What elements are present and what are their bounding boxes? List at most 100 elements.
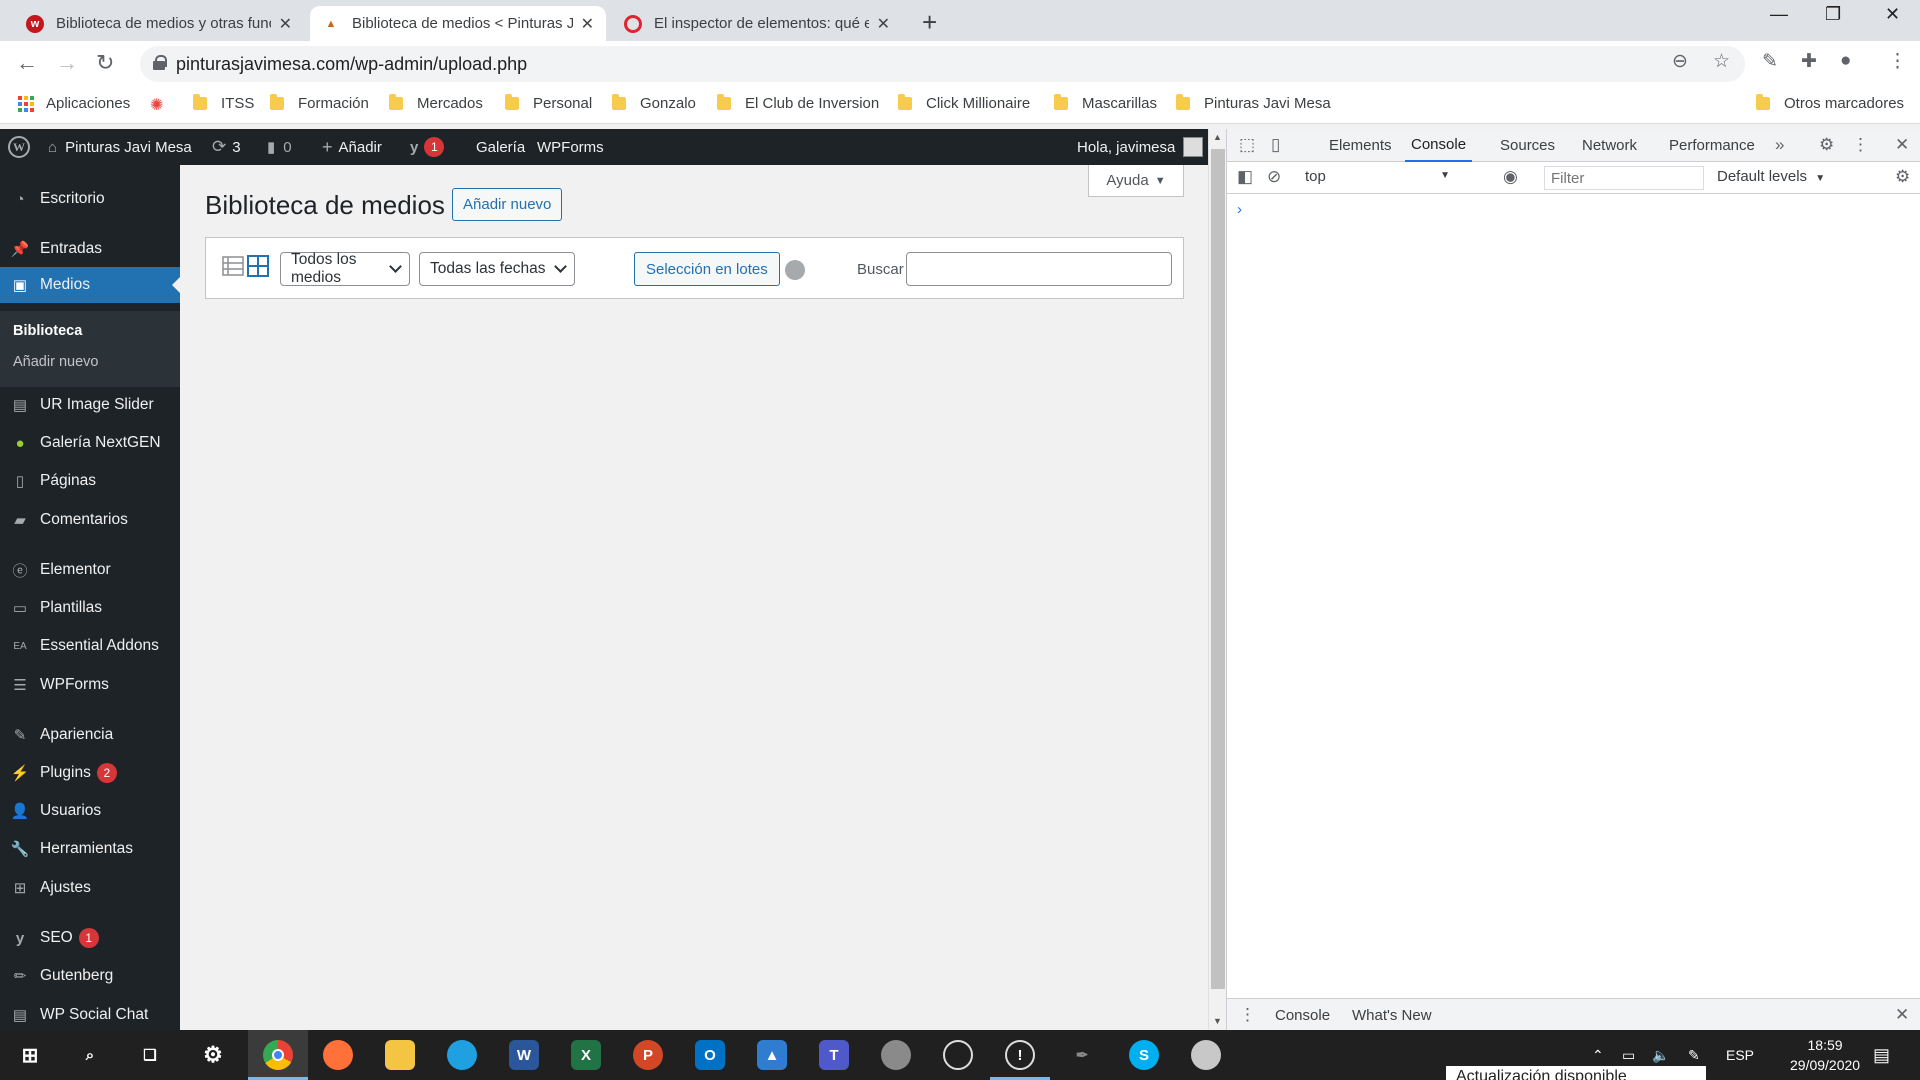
file-explorer-icon[interactable] — [385, 1040, 415, 1070]
windows-start-icon[interactable]: ⊞ — [15, 1040, 45, 1070]
menu-item-plugins[interactable]: ⚡ Plugins 2 — [0, 755, 180, 791]
task-view-icon[interactable]: ❑ — [135, 1040, 165, 1070]
wpforms-menu[interactable]: WPForms — [537, 129, 604, 165]
photos-icon[interactable]: ▲ — [757, 1040, 787, 1070]
context-selector[interactable]: top ▼ — [1305, 168, 1450, 185]
close-drawer-icon[interactable]: ✕ — [1895, 1005, 1909, 1025]
teams-icon[interactable]: T — [819, 1040, 849, 1070]
page-scrollbar[interactable]: ▲ ▼ — [1208, 129, 1226, 1030]
menu-item-apariencia[interactable]: ✎ Apariencia — [0, 717, 180, 753]
gear-icon[interactable]: ⚙ — [1819, 135, 1834, 155]
excel-icon[interactable]: X — [571, 1040, 601, 1070]
yoast-menu[interactable]: y 1 — [410, 129, 445, 165]
minimize-icon[interactable]: — — [1770, 4, 1788, 25]
drawer-tab-whats-new[interactable]: What's New — [1352, 1007, 1432, 1024]
site-name-menu[interactable]: ⌂ Pinturas Javi Mesa — [48, 129, 192, 165]
list-view-icon[interactable] — [222, 255, 244, 277]
menu-item-herramientas[interactable]: 🔧 Herramientas — [0, 831, 180, 867]
extensions-icon[interactable]: ✚ — [1801, 50, 1817, 73]
close-tab-icon[interactable]: ✕ — [581, 14, 594, 34]
media-type-filter[interactable]: Todos los medios — [280, 251, 410, 286]
menu-item-paginas[interactable]: ▯ Páginas — [0, 463, 180, 499]
add-new-button[interactable]: Añadir nuevo — [452, 188, 563, 221]
extension-pen-icon[interactable]: ✎ — [1762, 50, 1778, 73]
log-levels-dropdown[interactable]: Default levels ▼ — [1717, 168, 1825, 185]
bookmark-folder[interactable]: Formación — [270, 94, 369, 112]
restore-icon[interactable]: ❐ — [1825, 4, 1841, 25]
search-icon[interactable]: ⌕ — [75, 1040, 105, 1070]
date-filter[interactable]: Todas las fechas — [419, 252, 575, 286]
clear-console-icon[interactable]: ⊘ — [1267, 167, 1281, 187]
clock[interactable]: 18:59 29/09/2020 — [1790, 1030, 1860, 1080]
pen-tool-icon[interactable]: ✒ — [1067, 1040, 1097, 1070]
menu-item-gutenberg[interactable]: ✏ Gutenberg — [0, 958, 180, 994]
bookmark-folder[interactable]: Personal — [505, 94, 592, 112]
powerpoint-icon[interactable]: P — [633, 1040, 663, 1070]
submenu-anadir-nuevo[interactable]: Añadir nuevo — [13, 354, 98, 370]
tab-performance[interactable]: Performance — [1669, 129, 1755, 162]
bookmark-star-icon[interactable]: ☆ — [1713, 50, 1730, 73]
bookmark-folder[interactable]: Mascarillas — [1054, 94, 1157, 112]
scrollbar-thumb[interactable] — [1211, 149, 1225, 989]
menu-item-ajustes[interactable]: ⊞ Ajustes — [0, 870, 180, 906]
pinwheel-icon[interactable]: ✺ — [150, 95, 163, 115]
tab-sources[interactable]: Sources — [1500, 129, 1555, 162]
notifications-icon[interactable]: ▤ — [1873, 1030, 1890, 1080]
update-notification[interactable]: Actualización disponible — [1446, 1066, 1706, 1080]
submenu-biblioteca[interactable]: Biblioteca — [13, 323, 82, 339]
tab-elements[interactable]: Elements — [1329, 129, 1392, 162]
bookmark-apps[interactable]: Aplicaciones — [18, 95, 130, 112]
kebab-menu-icon[interactable]: ⋮ — [1852, 135, 1869, 155]
search-input[interactable] — [906, 252, 1172, 286]
bookmark-folder[interactable]: Mercados — [389, 94, 483, 112]
console-prompt[interactable]: › — [1237, 201, 1242, 218]
drawer-tab-console[interactable]: Console — [1275, 1007, 1330, 1024]
obs-icon[interactable] — [943, 1040, 973, 1070]
profile-icon[interactable]: ● — [1840, 50, 1851, 72]
bookmark-folder[interactable]: Click Millionaire — [898, 94, 1030, 112]
scroll-up-icon[interactable]: ▲ — [1213, 132, 1222, 142]
skype-icon[interactable]: S — [1129, 1040, 1159, 1070]
close-tab-icon[interactable]: ✕ — [877, 14, 890, 34]
sidebar-toggle-icon[interactable]: ◧ — [1237, 167, 1253, 187]
menu-item-seo[interactable]: y SEO 1 — [0, 920, 180, 956]
bookmark-folder[interactable]: El Club de Inversion — [717, 94, 879, 112]
paint-icon[interactable] — [881, 1040, 911, 1070]
edge-icon[interactable] — [447, 1040, 477, 1070]
device-toolbar-icon[interactable]: ▯ — [1271, 135, 1280, 155]
console-settings-icon[interactable]: ⚙ — [1895, 167, 1910, 187]
settings-gear-icon[interactable]: ⚙ — [198, 1040, 228, 1070]
menu-item-usuarios[interactable]: 👤 Usuarios — [0, 793, 180, 829]
chrome-icon[interactable] — [263, 1040, 293, 1070]
lightbulb-app-icon[interactable]: ! — [1005, 1040, 1035, 1070]
inspect-element-icon[interactable]: ⬚ — [1239, 135, 1255, 155]
menu-item-wp-social-chat[interactable]: ▤ WP Social Chat — [0, 997, 180, 1030]
menu-item-essential-addons[interactable]: EA Essential Addons — [0, 628, 180, 664]
more-tabs-icon[interactable]: » — [1775, 135, 1784, 155]
gallery-menu[interactable]: Galería — [476, 129, 525, 165]
close-devtools-icon[interactable]: ✕ — [1895, 135, 1909, 155]
bulk-select-button[interactable]: Selección en lotes — [634, 252, 780, 286]
language-indicator[interactable]: ESP — [1726, 1030, 1754, 1080]
comments-menu[interactable]: ▮ 0 — [267, 129, 292, 165]
menu-item-plantillas[interactable]: ▭ Plantillas — [0, 590, 180, 626]
menu-item-comentarios[interactable]: ▰ Comentarios — [0, 502, 180, 538]
bookmark-folder[interactable]: ITSS — [193, 94, 254, 112]
close-window-icon[interactable]: ✕ — [1885, 4, 1900, 25]
menu-item-escritorio[interactable]: ◔ Escritorio — [0, 181, 180, 217]
tab-network[interactable]: Network — [1582, 129, 1637, 162]
tab-console[interactable]: Console — [1405, 129, 1473, 162]
drawer-menu-icon[interactable]: ⋮ — [1239, 1005, 1256, 1025]
my-account-menu[interactable]: Hola, javimesa — [1077, 129, 1204, 165]
address-bar[interactable]: pinturasjavimesa.com/wp-admin/upload.php — [140, 46, 1745, 82]
bookmark-folder[interactable]: Gonzalo — [612, 94, 696, 112]
menu-item-entradas[interactable]: 📌 Entradas — [0, 231, 180, 267]
firefox-icon[interactable] — [323, 1040, 353, 1070]
eye-icon[interactable]: ◉ — [1503, 167, 1518, 187]
menu-icon[interactable]: ⋮ — [1888, 50, 1907, 73]
browser-tab-3[interactable]: El inspector de elementos: qué e ✕ — [612, 6, 902, 41]
help-tab[interactable]: Ayuda ▼ — [1088, 165, 1184, 197]
new-content-menu[interactable]: + Añadir — [322, 129, 382, 165]
outlook-icon[interactable]: O — [695, 1040, 725, 1070]
reload-icon[interactable]: ↻ — [96, 50, 114, 76]
